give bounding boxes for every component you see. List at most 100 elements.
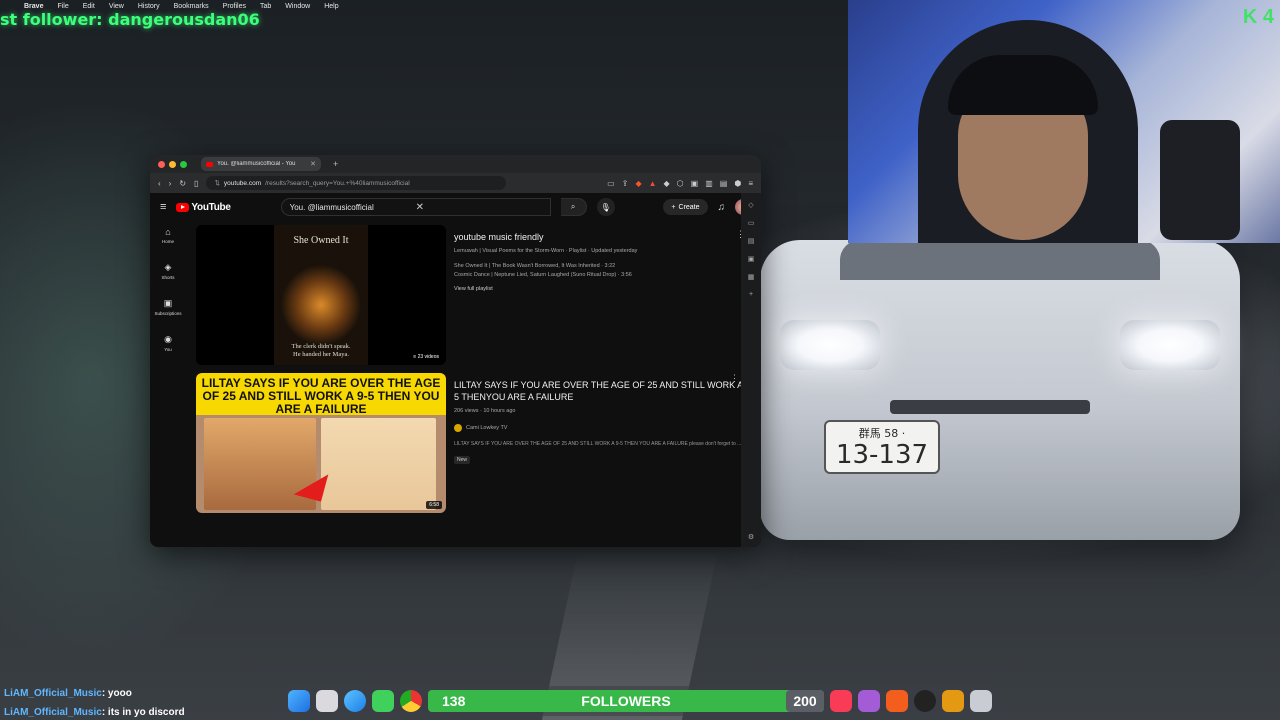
result-item[interactable]: LILTAY SAYS IF YOU ARE OVER THE AGE OF 2… bbox=[196, 373, 755, 513]
menu-window[interactable]: Window bbox=[285, 3, 310, 10]
sidebar-item-shorts[interactable]: ◈ Shorts bbox=[161, 262, 174, 280]
reload-icon[interactable]: ↻ bbox=[179, 179, 186, 188]
launchpad-icon[interactable] bbox=[316, 690, 338, 712]
youtube-sidebar: ⌂ Home ◈ Shorts ▣ Subscriptions ◉ You bbox=[150, 221, 186, 547]
sidebar-add-icon[interactable]: + bbox=[749, 291, 753, 298]
search-input[interactable]: You. @liammusicofficial ✕ bbox=[280, 198, 551, 216]
new-tab-icon[interactable]: + bbox=[333, 159, 338, 169]
close-tab-icon[interactable]: ✕ bbox=[310, 160, 316, 168]
menu-view[interactable]: View bbox=[109, 3, 124, 10]
clear-search-icon[interactable]: ✕ bbox=[416, 202, 542, 213]
menu-icon[interactable]: ≡ bbox=[748, 179, 753, 188]
youtube-header: ≡ YouTube You. @liammusicofficial ✕ ⌕ 🎙 … bbox=[150, 193, 761, 221]
result-title[interactable]: LILTAY SAYS IF YOU ARE OVER THE AGE OF 2… bbox=[454, 379, 755, 403]
finder-icon[interactable] bbox=[288, 690, 310, 712]
sublime-icon[interactable] bbox=[942, 690, 964, 712]
safari-icon[interactable] bbox=[344, 690, 366, 712]
browser-tab[interactable]: You. @liammusicofficial - You ✕ bbox=[201, 157, 321, 171]
close-window-button[interactable] bbox=[158, 160, 165, 168]
follower-label: FOLLOWERS bbox=[581, 693, 671, 709]
bookmark-icon[interactable]: ▯ bbox=[194, 179, 198, 188]
search-value: You. @liammusicofficial bbox=[289, 202, 374, 212]
sidebar-leo-icon[interactable]: ◇ bbox=[748, 201, 753, 209]
extension-icon-3[interactable]: ▣ bbox=[691, 179, 699, 188]
gear-icon[interactable]: ⚙ bbox=[748, 533, 754, 541]
follower-alert: st follower: dangerousdan06 bbox=[0, 10, 260, 29]
car-windshield bbox=[840, 240, 1160, 280]
thumbnail-caption-line: He handed her Maya. bbox=[293, 351, 349, 358]
result-stats: 206 views · 10 hours ago bbox=[454, 408, 516, 414]
sidebar-item-home[interactable]: ⌂ Home bbox=[162, 227, 174, 244]
playlist-entry[interactable]: Cosmic Dance | Neptune Lied, Saturn Laug… bbox=[454, 271, 755, 280]
plus-icon: + bbox=[671, 203, 676, 211]
result-item[interactable]: She Owned It The clerk didn't speak. He … bbox=[196, 225, 755, 365]
menu-file[interactable]: File bbox=[57, 3, 68, 10]
follower-count: 138 bbox=[442, 693, 466, 709]
menu-brave[interactable]: Brave bbox=[24, 3, 43, 10]
address-bar: ‹ › ↻ ▯ ⇅ youtube.com/results?search_que… bbox=[150, 173, 761, 193]
playlist-entry[interactable]: She Owned It | The Book Wasn't Borrowed,… bbox=[454, 262, 755, 271]
notifications-bell-icon[interactable]: ♫ bbox=[718, 202, 726, 213]
playlist-thumbnail[interactable]: She Owned It The clerk didn't speak. He … bbox=[196, 225, 446, 365]
tab-bar: You. @liammusicofficial - You ✕ + bbox=[150, 155, 761, 173]
sidebar-reading-icon[interactable]: ▭ bbox=[748, 219, 755, 227]
back-icon[interactable]: ‹ bbox=[158, 179, 161, 188]
podcasts-icon[interactable] bbox=[858, 690, 880, 712]
url-input[interactable]: ⇅ youtube.com/results?search_query=You.+… bbox=[206, 176, 507, 190]
menu-help[interactable]: Help bbox=[324, 3, 338, 10]
menu-bookmarks[interactable]: Bookmarks bbox=[174, 3, 209, 10]
menu-history[interactable]: History bbox=[138, 3, 160, 10]
menu-edit[interactable]: Edit bbox=[83, 3, 95, 10]
voice-search-button[interactable]: 🎙 bbox=[596, 198, 615, 216]
dock: 138 FOLLOWERS 200 bbox=[282, 686, 998, 716]
channel-avatar[interactable] bbox=[454, 424, 462, 432]
brave-icon[interactable] bbox=[886, 690, 908, 712]
search-button[interactable]: ⌕ bbox=[560, 198, 587, 216]
channel-name[interactable]: Cami Lowkey TV bbox=[466, 425, 507, 431]
chat-message: LiAM_Official_Music: yooo bbox=[4, 684, 185, 703]
extension-icon-2[interactable]: ⬡ bbox=[677, 179, 684, 188]
minimize-window-button[interactable] bbox=[169, 160, 176, 168]
shorts-icon: ◈ bbox=[164, 262, 172, 272]
youtube-favicon-icon bbox=[206, 161, 213, 167]
menu-profiles[interactable]: Profiles bbox=[223, 3, 246, 10]
menu-tab[interactable]: Tab bbox=[260, 3, 271, 10]
sidebar-wallet-icon[interactable]: ▦ bbox=[748, 273, 755, 281]
sidebar-item-you[interactable]: ◉ You bbox=[164, 334, 172, 352]
sidebar-item-label: Shorts bbox=[161, 275, 175, 280]
vpn-icon[interactable]: ⬢ bbox=[734, 179, 741, 188]
result-title[interactable]: youtube music friendly bbox=[454, 231, 755, 243]
channel-row[interactable]: Cami Lowkey TV bbox=[454, 424, 755, 432]
brave-rewards-icon[interactable]: ▲ bbox=[649, 179, 657, 188]
cast-icon[interactable]: ▭ bbox=[607, 179, 615, 188]
extension-icon-1[interactable]: ◆ bbox=[664, 179, 670, 188]
you-icon: ◉ bbox=[164, 334, 172, 344]
more-options-icon[interactable]: ⋮ bbox=[730, 373, 739, 384]
trash-icon[interactable] bbox=[970, 690, 992, 712]
wallet-icon[interactable]: ▤ bbox=[720, 179, 728, 188]
follower-goal: 200 bbox=[786, 690, 824, 712]
sidebar-bookmarks-icon[interactable]: ▤ bbox=[748, 237, 755, 245]
forward-icon[interactable]: › bbox=[169, 179, 172, 188]
maximize-window-button[interactable] bbox=[180, 160, 187, 168]
messages-icon[interactable] bbox=[372, 690, 394, 712]
brave-shield-icon[interactable]: ◆ bbox=[635, 179, 641, 188]
share-icon[interactable]: ⇪ bbox=[622, 179, 629, 188]
video-thumbnail[interactable]: LILTAY SAYS IF YOU ARE OVER THE AGE OF 2… bbox=[196, 373, 446, 513]
sidebar-history-icon[interactable]: ▣ bbox=[748, 255, 755, 263]
tab-title: You. @liammusicofficial - You bbox=[217, 161, 296, 167]
chrome-icon[interactable] bbox=[400, 690, 422, 712]
view-full-playlist-link[interactable]: View full playlist bbox=[454, 286, 755, 292]
sidebar-toggle-icon[interactable]: ▥ bbox=[705, 179, 713, 188]
thumbnail-photo-right bbox=[321, 418, 436, 510]
site-info-icon[interactable]: ⇅ bbox=[214, 179, 219, 187]
sidebar-item-subscriptions[interactable]: ▣ Subscriptions bbox=[154, 298, 181, 316]
hamburger-menu-icon[interactable]: ≡ bbox=[160, 201, 166, 213]
search-icon: ⌕ bbox=[570, 202, 576, 211]
sidebar-item-label: Home bbox=[161, 239, 174, 244]
youtube-logo[interactable]: YouTube bbox=[176, 202, 231, 213]
chatgpt-icon[interactable] bbox=[914, 690, 936, 712]
music-icon[interactable] bbox=[830, 690, 852, 712]
license-plate: 群馬 58 · 13-137 bbox=[824, 420, 940, 474]
create-button[interactable]: + Create bbox=[663, 199, 708, 215]
